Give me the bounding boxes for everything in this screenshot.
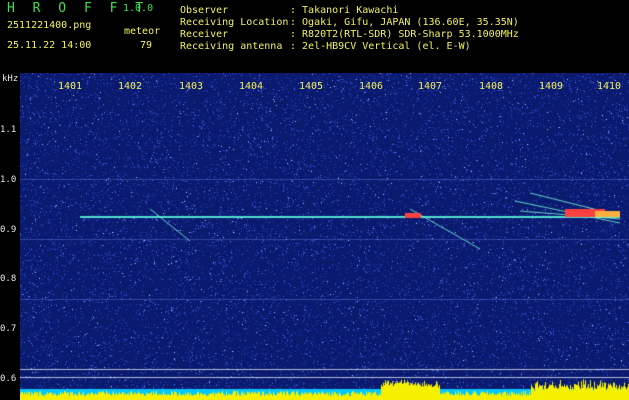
header-panel: H R O F F T 1.0.0 2511221400.png 25.11.2… — [0, 0, 629, 73]
meteor-count: 79 — [140, 40, 153, 51]
y-tick-0-9: 0.9 — [0, 225, 17, 235]
spectrogram-canvas — [20, 73, 629, 400]
x-tick-1409: 1409 — [539, 81, 564, 92]
x-tick-1406: 1406 — [359, 81, 384, 92]
app-version: 1.0.0 — [123, 3, 154, 14]
y-tick-1-0: 1.0 — [0, 175, 17, 185]
x-tick-1402: 1402 — [118, 81, 143, 92]
receiver-value: : R820T2(RTL-SDR) SDR-Sharp 53.1000MHz — [290, 29, 519, 40]
antenna-label: Receiving antenna — [180, 41, 283, 52]
location-value: : Ogaki, Gifu, JAPAN (136.60E, 35.35N) — [290, 17, 519, 28]
observer-label: Observer — [180, 5, 229, 16]
antenna-value: : 2el-HB9CV Vertical (el. E-W) — [290, 41, 471, 52]
x-tick-1404: 1404 — [239, 81, 264, 92]
date-time: 25.11.22 14:00 — [7, 40, 92, 51]
meteor-label: meteor — [124, 26, 161, 37]
x-tick-1401: 1401 — [58, 81, 83, 92]
location-label: Receiving Location — [180, 17, 289, 28]
y-tick-0-6: 0.6 — [0, 374, 17, 384]
observer-value: : Takanori Kawachi — [290, 5, 399, 16]
y-tick-1-1: 1.1 — [0, 125, 17, 135]
receiver-label: Receiver — [180, 29, 229, 40]
y-tick-0-7: 0.7 — [0, 324, 17, 334]
x-tick-1408: 1408 — [479, 81, 504, 92]
y-axis-unit: kHz — [2, 74, 19, 84]
file-name: 2511221400.png — [7, 20, 92, 31]
x-tick-1410: 1410 — [597, 81, 622, 92]
x-tick-1405: 1405 — [299, 81, 324, 92]
x-tick-1403: 1403 — [179, 81, 204, 92]
x-tick-1407: 1407 — [418, 81, 443, 92]
y-tick-0-8: 0.8 — [0, 274, 17, 284]
